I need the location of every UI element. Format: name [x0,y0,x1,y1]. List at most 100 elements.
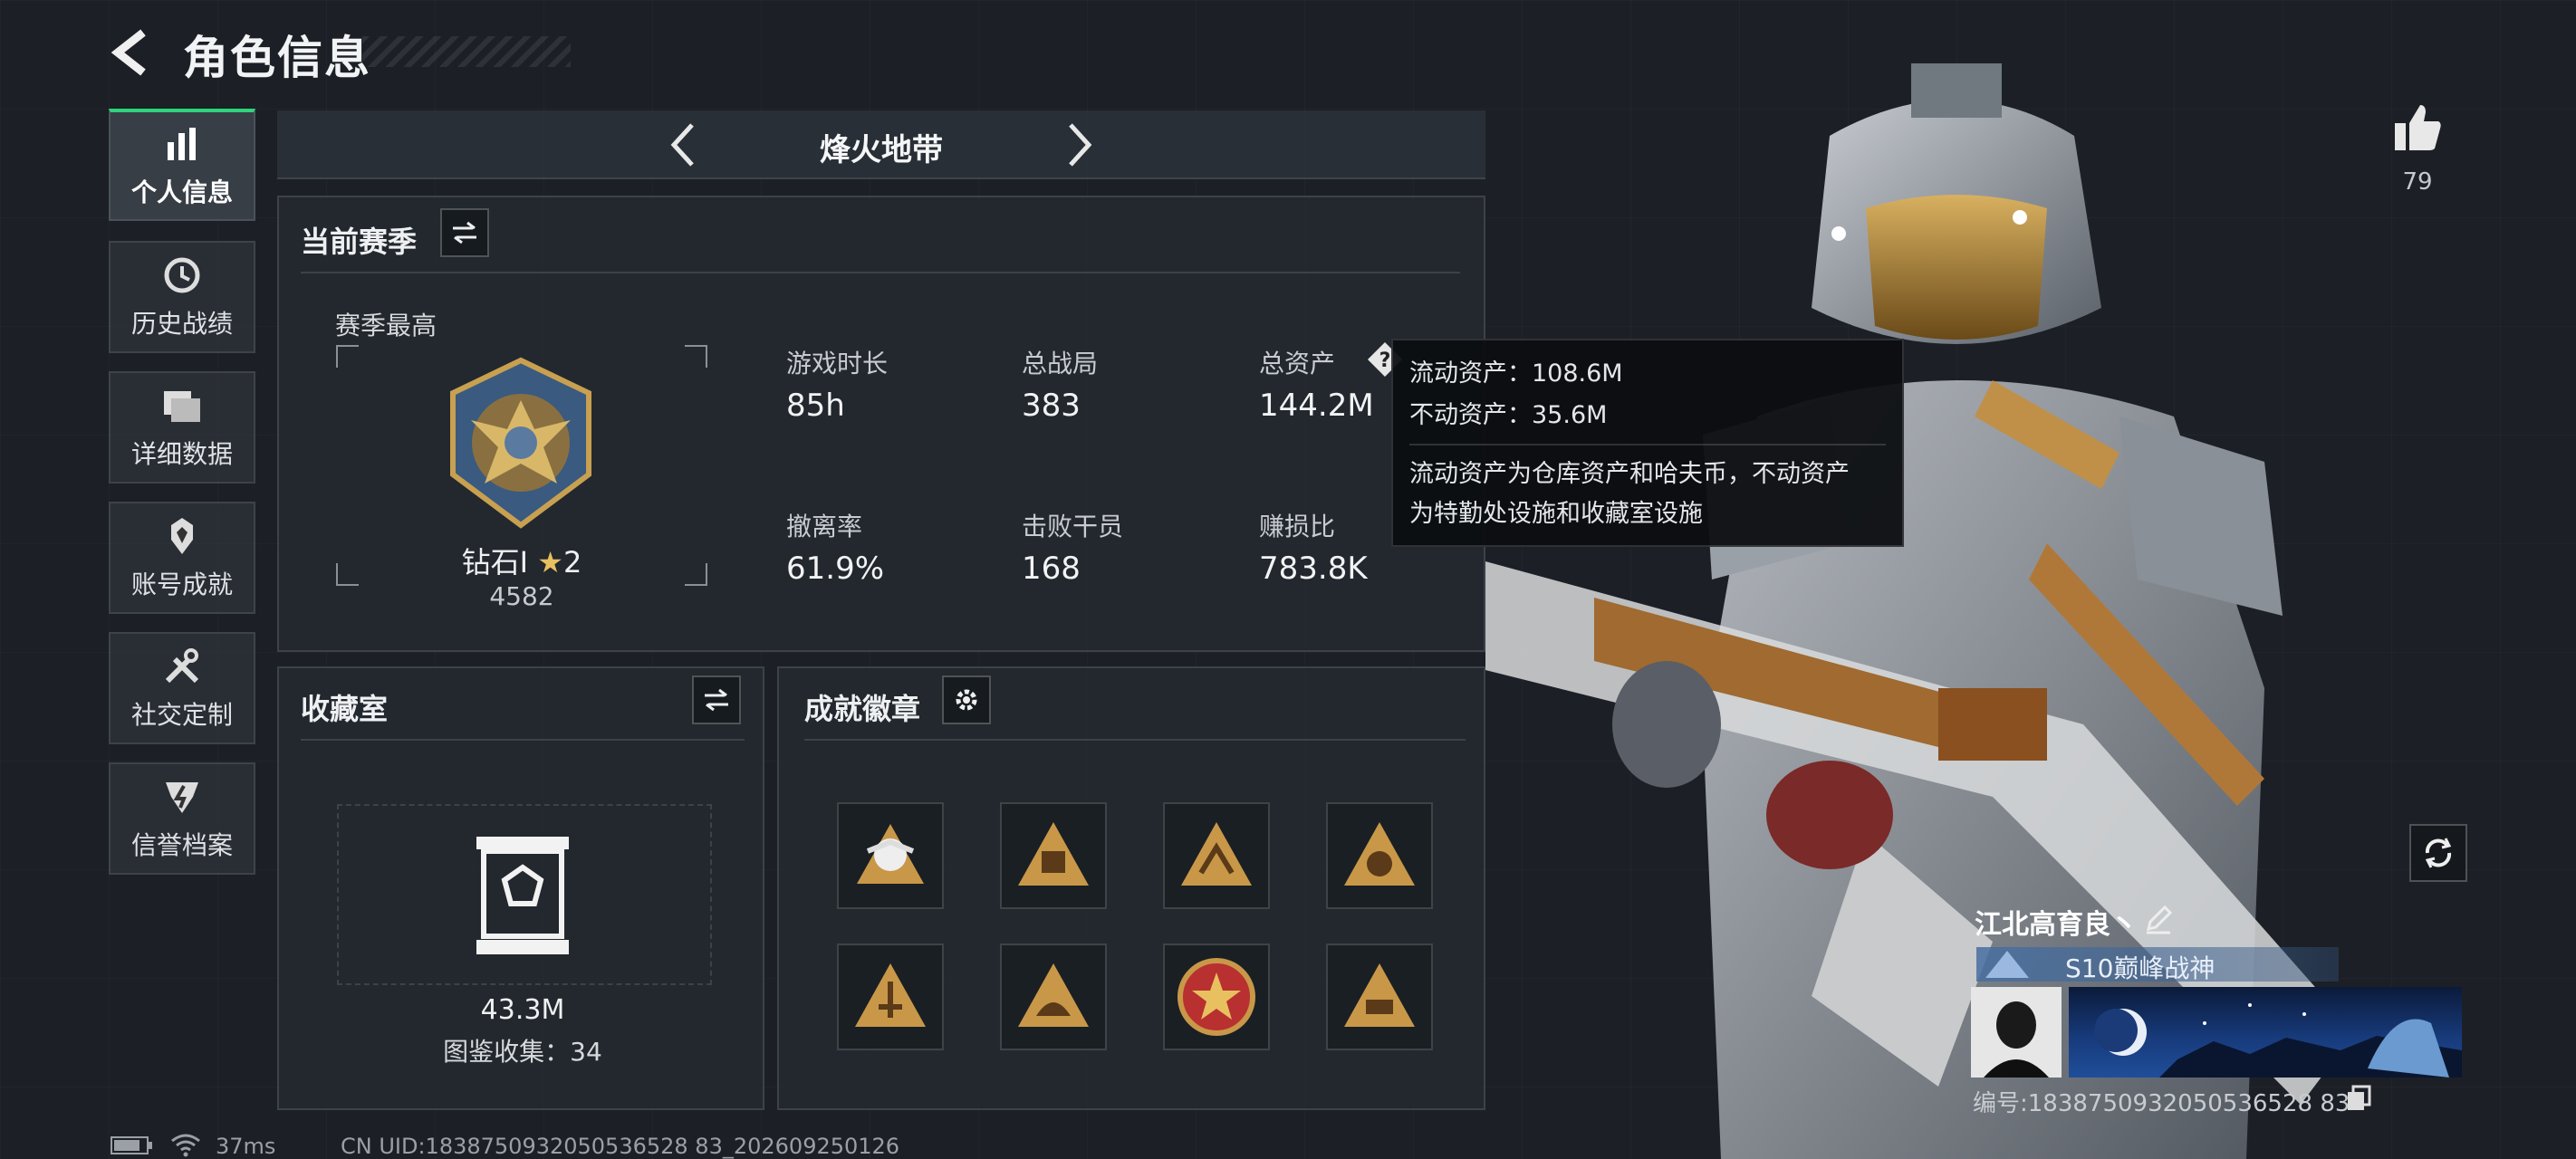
badge-item[interactable] [1000,943,1107,1050]
badges-divider [804,739,1466,741]
title-emblem-icon [1985,951,2029,978]
season-divider [301,272,1460,273]
season-panel-title: 当前赛季 [301,225,418,259]
badge-item[interactable] [837,943,944,1050]
copy-icon[interactable] [2346,1085,2371,1112]
bar-chart-icon [160,122,204,166]
display-case-icon[interactable] [473,833,572,958]
collection-swap-button[interactable] [692,675,741,724]
sidebar-item-label: 历史战绩 [130,309,233,339]
rank-name: 钻石I [461,545,529,580]
tooltip-desc-line2: 为特勤处设施和收藏室设施 [1409,500,1703,528]
svg-text:?: ? [1379,350,1391,372]
player-title: S10巅峰战神 [2065,953,2216,983]
collection-divider [301,739,745,741]
triangle-badge-icon [1344,822,1415,886]
stat-label: 撤离率 [786,512,863,541]
stat-value: 61.9% [786,551,885,587]
edit-pencil-icon[interactable] [2143,904,2174,934]
status-uid: CN UID:1838750932050536528 83_2026092501… [341,1134,900,1159]
stat-label: 游戏时长 [786,349,889,378]
rotate-view-button[interactable] [2409,824,2467,882]
collection-title: 收藏室 [301,692,389,726]
stat-label: 赚损比 [1259,512,1336,541]
sidebar-item-detailed-data[interactable]: 详细数据 [109,371,255,484]
sidebar-item-personal-info[interactable]: 个人信息 [109,109,255,221]
thumbs-up-icon[interactable] [2391,101,2444,154]
reputation-shield-icon [160,775,204,819]
sidebar-item-label: 账号成就 [130,570,233,599]
badge-item[interactable] [1000,802,1107,909]
stat-label: 击败干员 [1022,512,1124,541]
triangle-badge-icon [1181,822,1252,886]
stat-label: 总资产 [1259,349,1336,378]
badges-title: 成就徽章 [804,692,921,726]
ping-text: 37ms [216,1134,276,1159]
like-count: 79 [2402,168,2433,196]
tooltip-desc-line1: 流动资产为仓库资产和哈夫币，不动资产 [1409,460,1850,488]
stat-value: 144.2M [1259,388,1374,424]
rank-stars: 2 [562,545,582,580]
badge-item[interactable] [837,802,944,909]
triangle-badge-icon [1344,963,1415,1027]
badge-item[interactable] [1326,943,1433,1050]
sidebar-item-achievements[interactable]: 账号成就 [109,502,255,614]
sidebar-item-label: 个人信息 [130,177,233,207]
sidebar-item-label: 信誉档案 [130,830,233,860]
back-arrow-icon[interactable] [107,27,154,78]
triangle-badge-icon [855,963,926,1027]
player-name: 江北高育良丶 [1975,909,2138,941]
player-uid: 编号:1838750932050536528 83 [1973,1090,2350,1117]
badge-item[interactable] [1326,802,1433,909]
badges-panel: 成就徽章 [777,666,1485,1110]
player-nameplate [2069,987,2462,1078]
badge-item[interactable] [1163,943,1270,1050]
sidebar-item-history[interactable]: 历史战绩 [109,241,255,353]
collection-panel: 收藏室 43.3M 图鉴收集：34 [277,666,764,1110]
badges-settings-button[interactable] [942,675,991,724]
title-decoration [362,36,571,67]
stat-label: 总战局 [1022,349,1099,378]
achievement-icon [160,514,204,558]
eagle-badge-icon [857,824,924,884]
stat-value: 168 [1022,551,1081,587]
wifi-icon [171,1134,200,1157]
rank-line: 钻石I ★2 [279,540,764,581]
catalog-count: 图鉴收集：34 [443,1037,602,1067]
gear-icon [956,689,977,711]
stat-value: 85h [786,388,845,424]
sidebar-item-label: 社交定制 [130,700,233,730]
sidebar-item-reputation[interactable]: 信誉档案 [109,762,255,875]
sidebar-item-social[interactable]: 社交定制 [109,632,255,744]
page-title: 角色信息 [183,32,371,84]
chevron-right-icon[interactable] [1053,120,1103,170]
season-panel: 当前赛季 赛季最高 钻石I ★2 4582 游戏时长 85h 总战局 383 总… [277,196,1485,652]
season-swap-button[interactable] [440,208,489,257]
refresh-icon [2425,838,2452,868]
star-medal-badge-icon [1177,958,1255,1036]
season-best-label: 赛季最高 [335,311,437,340]
avatar[interactable] [1971,987,2062,1078]
battery-icon [111,1136,152,1154]
swap-icon [705,688,728,712]
swap-icon [453,221,476,244]
diamond-rank-emblem-icon [450,357,591,529]
mode-switcher: 烽火地带 [277,110,1485,179]
star-icon: ★ [537,545,563,580]
triangle-badge-icon [1018,963,1089,1027]
stat-value: 783.8K [1259,551,1368,587]
triangle-badge-icon [1018,822,1089,886]
assets-tooltip: 流动资产：108.6M 不动资产：35.6M 流动资产为仓库资产和哈夫币，不动资… [1391,339,1904,547]
tools-icon [160,645,204,688]
fixed-assets: 不动资产：35.6M [1409,401,1608,429]
badge-item[interactable] [1163,802,1270,909]
tooltip-divider [1409,444,1886,445]
history-clock-icon [160,254,204,297]
sidebar-item-label: 详细数据 [130,439,233,469]
rank-score: 4582 [489,581,554,611]
folder-icon [160,384,204,427]
mode-title: 烽火地带 [820,132,943,168]
liquid-assets: 流动资产：108.6M [1409,359,1623,388]
collection-value: 43.3M [480,994,565,1026]
stat-value: 383 [1022,388,1081,424]
